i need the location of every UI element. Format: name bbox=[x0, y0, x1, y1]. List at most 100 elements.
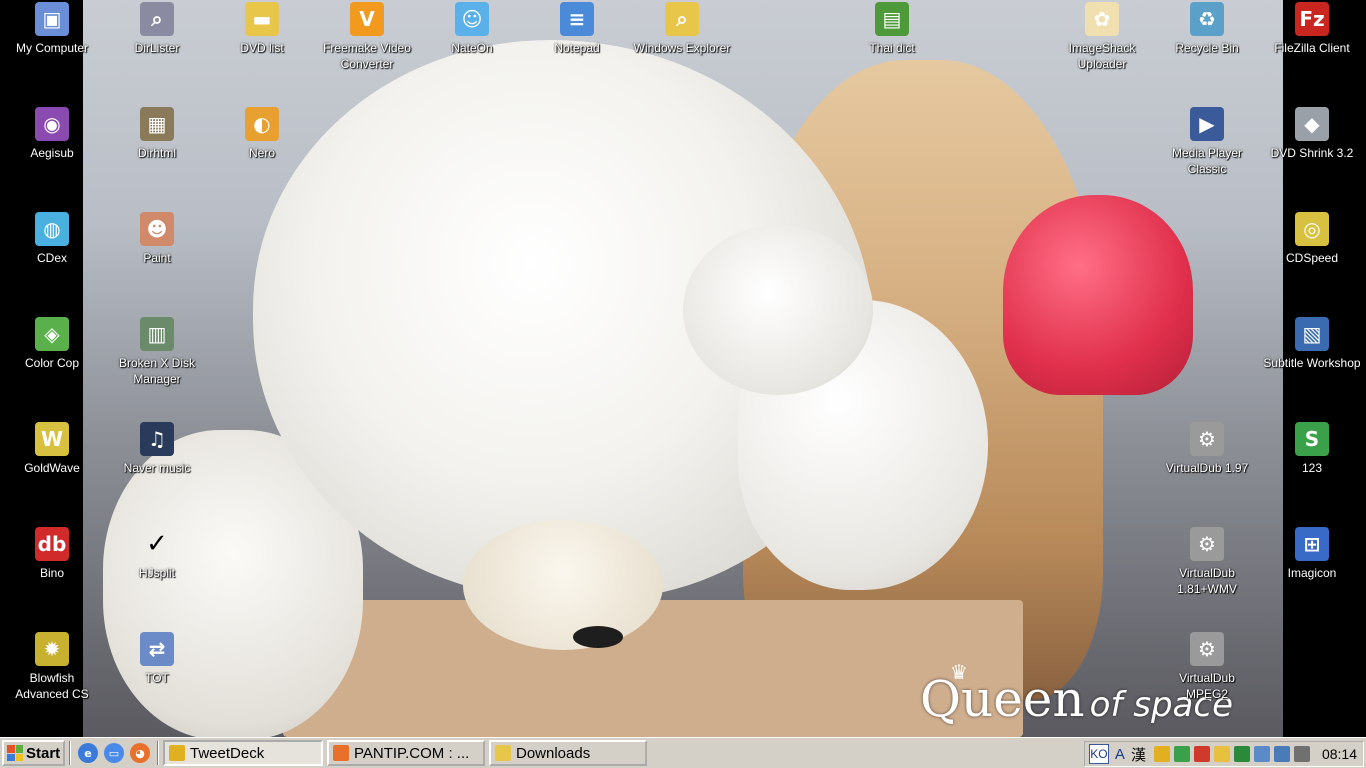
desktop-icon[interactable]: ◉ Aegisub bbox=[2, 107, 102, 161]
language-indicator[interactable]: KO bbox=[1088, 744, 1109, 764]
disk-manager-icon: ▥ bbox=[140, 317, 174, 351]
task-buttons: TweetDeck PANTIP.COM : ... Downloads bbox=[163, 740, 651, 766]
desktop-icon[interactable]: ◍ CDex bbox=[2, 212, 102, 266]
desktop-icon[interactable]: ▤ Thai dict bbox=[842, 2, 942, 56]
internet-explorer-icon[interactable]: e bbox=[78, 743, 98, 763]
folder-icon: ▬ bbox=[245, 2, 279, 36]
desktop-icon[interactable]: ⌕ DirLister bbox=[107, 2, 207, 56]
desktop-icon-label: Broken X Disk Manager bbox=[118, 356, 196, 386]
wallpaper-bear-snout bbox=[463, 520, 663, 650]
desktop-icon[interactable]: ⚙ VirtualDub MPEG2 bbox=[1157, 632, 1257, 702]
wallpaper-bear-nose bbox=[573, 626, 623, 648]
virtualdub-icon: ⚙ bbox=[1190, 527, 1224, 561]
aegisub-icon: ◉ bbox=[35, 107, 69, 141]
desktop-icon-label: CDSpeed bbox=[1285, 251, 1339, 265]
virtualdub-icon: ⚙ bbox=[1190, 422, 1224, 456]
firefox-icon[interactable]: ◕ bbox=[130, 743, 150, 763]
desktop-icon[interactable]: ◆ DVD Shrink 3.2 bbox=[1262, 107, 1362, 161]
desktop-icon[interactable]: ♻ Recycle Bin bbox=[1157, 2, 1257, 56]
system-tray: KO A 漢 08:14 bbox=[1083, 741, 1364, 767]
desktop-icon[interactable]: ⊞ Imagicon bbox=[1262, 527, 1362, 581]
desktop-icon[interactable]: ✿ ImageShack Uploader bbox=[1052, 2, 1152, 72]
cdspeed-icon: ◎ bbox=[1295, 212, 1329, 246]
wallpaper-bear-ear bbox=[683, 225, 873, 395]
desktop-icon[interactable]: ▬ DVD list bbox=[212, 2, 312, 56]
task-button[interactable]: TweetDeck bbox=[163, 740, 323, 766]
desktop-icon[interactable]: ◎ CDSpeed bbox=[1262, 212, 1362, 266]
network-tray-icon[interactable] bbox=[1253, 746, 1270, 762]
monitor-tray-icon[interactable] bbox=[1233, 746, 1250, 762]
goldwave-icon: W bbox=[35, 422, 69, 456]
desktop-icon[interactable]: Fz FileZilla Client bbox=[1262, 2, 1362, 56]
nero-icon: ◐ bbox=[245, 107, 279, 141]
desktop-icon-label: VirtualDub MPEG2 bbox=[1179, 671, 1235, 701]
desktop-icon[interactable]: ▥ Broken X Disk Manager bbox=[107, 317, 207, 387]
desktop-icon[interactable]: ⇄ TOT bbox=[107, 632, 207, 686]
desktop-icon-label: Imagicon bbox=[1287, 566, 1337, 580]
desktop-icon[interactable]: ▣ My Computer bbox=[2, 2, 102, 56]
desktop-icon[interactable]: ☺ NateOn bbox=[422, 2, 522, 56]
desktop-icon-label: FileZilla Client bbox=[1274, 41, 1350, 55]
desktop-icon[interactable]: ◐ Nero bbox=[212, 107, 312, 161]
desktop-icon-label: HJsplit bbox=[138, 566, 175, 580]
desktop-icon-label: Nero bbox=[248, 146, 275, 160]
hangul-tray-icon[interactable] bbox=[1173, 746, 1190, 762]
desktop-icon-label: Media Player Classic bbox=[1171, 146, 1243, 176]
desktop-icon[interactable]: ✓ HJsplit bbox=[107, 527, 207, 581]
desktop-icon[interactable]: ♫ Naver music bbox=[107, 422, 207, 476]
antivirus-tray-icon[interactable] bbox=[1193, 746, 1210, 762]
task-label: PANTIP.COM : ... bbox=[354, 744, 470, 762]
desktop-icon-label: VirtualDub 1.81+WMV bbox=[1177, 566, 1237, 596]
desktop-icon[interactable]: W GoldWave bbox=[2, 422, 102, 476]
start-button[interactable]: Start bbox=[2, 740, 65, 766]
desktop-icon-label: ImageShack Uploader bbox=[1068, 41, 1136, 71]
desktop-icon-label: Naver music bbox=[123, 461, 191, 475]
desktop-icon-label: Bino bbox=[39, 566, 65, 580]
desktop-icon[interactable]: ⚙ VirtualDub 1.81+WMV bbox=[1157, 527, 1257, 597]
tray-icons bbox=[1152, 746, 1312, 762]
windows-logo-icon bbox=[7, 745, 23, 761]
desktop-icon[interactable]: S 123 bbox=[1262, 422, 1362, 476]
speaker-icon[interactable] bbox=[1293, 746, 1310, 762]
task-button[interactable]: Downloads bbox=[489, 740, 647, 766]
task-button[interactable]: PANTIP.COM : ... bbox=[327, 740, 485, 766]
desktop-icon-label: My Computer bbox=[15, 41, 89, 55]
desktop-icon[interactable]: db Bino bbox=[2, 527, 102, 581]
recycle-bin-icon: ♻ bbox=[1190, 2, 1224, 36]
desktop-icon-label: DVD Shrink 3.2 bbox=[1270, 146, 1354, 160]
book-icon: ▤ bbox=[875, 2, 909, 36]
ime-mode-hanja[interactable]: 漢 bbox=[1131, 744, 1146, 764]
filezilla-icon: Fz bbox=[1295, 2, 1329, 36]
desktop-icon-label: Subtitle Workshop bbox=[1263, 356, 1361, 370]
start-label: Start bbox=[26, 744, 61, 762]
subtitle-workshop-icon: ▧ bbox=[1295, 317, 1329, 351]
nateon-icon: ☺ bbox=[455, 2, 489, 36]
desktop-icon[interactable]: ✹ Blowfish Advanced CS bbox=[2, 632, 102, 702]
desktop-icon-label: Aegisub bbox=[30, 146, 74, 160]
ime-mode-a[interactable]: A bbox=[1115, 744, 1125, 764]
tweetdeck-tray-icon[interactable] bbox=[1153, 746, 1170, 762]
desktop-icon[interactable]: ☻ Paint bbox=[107, 212, 207, 266]
desktop-icon[interactable]: ▦ Dirhtml bbox=[107, 107, 207, 161]
desktop-icon[interactable]: ⚙ VirtualDub 1.97 bbox=[1157, 422, 1257, 476]
paint-icon: ☻ bbox=[140, 212, 174, 246]
desktop-icon-label: 123 bbox=[1301, 461, 1323, 475]
network-connections-icon[interactable] bbox=[1273, 746, 1290, 762]
desktop-icon[interactable]: ◈ Color Cop bbox=[2, 317, 102, 371]
media-player-icon: ▶ bbox=[1190, 107, 1224, 141]
wallpaper-shopping-bag bbox=[283, 600, 1023, 737]
desktop-icon[interactable]: V Freemake Video Converter bbox=[317, 2, 417, 72]
show-desktop-icon[interactable]: ▭ bbox=[104, 743, 124, 763]
desktop[interactable]: ♛ Queen of space ▣ My Computer ⌕ DirLister ▬… bbox=[0, 0, 1366, 737]
desktop-icon[interactable]: ▧ Subtitle Workshop bbox=[1262, 317, 1362, 371]
desktop-icon[interactable]: ▶ Media Player Classic bbox=[1157, 107, 1257, 177]
security-shield-icon[interactable] bbox=[1213, 746, 1230, 762]
taskbar-separator bbox=[69, 741, 71, 765]
cdex-icon: ◍ bbox=[35, 212, 69, 246]
desktop-icon[interactable]: ≡ Notepad bbox=[527, 2, 627, 56]
desktop-icon-label: Freemake Video Converter bbox=[323, 41, 411, 71]
desktop-icon-label: VirtualDub 1.97 bbox=[1165, 461, 1249, 475]
desktop-icon[interactable]: ⌕ Windows Explorer bbox=[632, 2, 732, 56]
desktop-icon-label: Thai dict bbox=[869, 41, 915, 55]
clock[interactable]: 08:14 bbox=[1322, 746, 1357, 762]
